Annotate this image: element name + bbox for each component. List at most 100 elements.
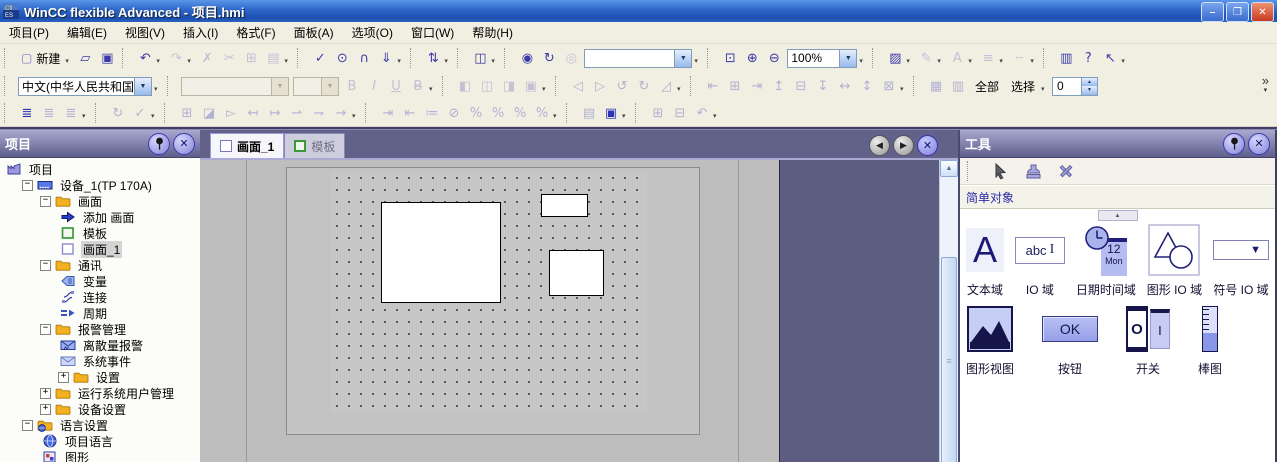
- check-consistency-button[interactable]: ✓: [309, 47, 331, 69]
- toolbar-dropdown-arrow[interactable]: ▾: [694, 51, 703, 65]
- dropdown-arrow[interactable]: ▾: [713, 106, 722, 120]
- minimize-button[interactable]: –: [1201, 2, 1224, 22]
- new-screen-button[interactable]: ▢新建: [16, 47, 65, 69]
- tree-item[interactable]: 系统事件: [0, 353, 200, 369]
- palette-item-switch[interactable]: OI开关: [1126, 302, 1170, 377]
- help-book-button[interactable]: ▥: [1055, 47, 1077, 69]
- dropdown-arrow[interactable]: ▾: [65, 51, 74, 65]
- palette-item-button[interactable]: OK按钮: [1042, 302, 1098, 377]
- zoom-combo[interactable]: 100%▼: [787, 49, 857, 68]
- zoom-in-button[interactable]: ⊕: [741, 47, 763, 69]
- palette-item-text-field[interactable]: A文本域: [966, 223, 1004, 298]
- find-objects-button[interactable]: ◫: [469, 47, 491, 69]
- dropdown-arrow[interactable]: ▾: [1121, 51, 1130, 65]
- close-button[interactable]: ✕: [1251, 2, 1274, 22]
- dropdown-arrow[interactable]: ▾: [397, 51, 406, 65]
- dropdown-arrow[interactable]: ▾: [906, 51, 915, 65]
- layer-all-button[interactable]: 全部: [969, 75, 1005, 97]
- tree-item[interactable]: 离散量报警: [0, 337, 200, 353]
- palette-item-bar-graph[interactable]: 棒图: [1198, 302, 1222, 377]
- dropdown-arrow[interactable]: ▾: [429, 79, 438, 93]
- dropdown-arrow[interactable]: ▾: [352, 106, 361, 120]
- tree-expander[interactable]: −: [22, 180, 33, 191]
- dropdown-arrow[interactable]: ▾: [1030, 51, 1039, 65]
- dropdown-arrow[interactable]: ▾: [968, 51, 977, 65]
- palette-item-datetime-field[interactable]: 12Mon日期时间域: [1076, 223, 1136, 298]
- tree-item[interactable]: 连接: [0, 289, 200, 305]
- object-tools-button[interactable]: [1054, 160, 1078, 182]
- tree-item[interactable]: −设备_1(TP 170A): [0, 177, 200, 193]
- toolbar-dropdown-arrow[interactable]: ▾: [859, 51, 868, 65]
- tree-item[interactable]: 画面_1: [0, 241, 200, 257]
- canvas-rectangle-2[interactable]: [541, 194, 588, 217]
- palette-collapse-button[interactable]: ▲: [1098, 210, 1138, 221]
- find-button[interactable]: ◉: [516, 47, 538, 69]
- tree-item[interactable]: 周期: [0, 305, 200, 321]
- tree-item[interactable]: −报警管理: [0, 321, 200, 337]
- language-combo[interactable]: 中文(中华人民共和国)▼: [18, 77, 152, 96]
- find-combo[interactable]: ▼: [584, 49, 692, 68]
- tab-inactive[interactable]: 模板: [284, 133, 345, 158]
- dropdown-arrow[interactable]: ▾: [1041, 79, 1050, 93]
- tree-expander[interactable]: +: [58, 372, 69, 383]
- tree-item[interactable]: +设置: [0, 369, 200, 385]
- tree-item[interactable]: 项目: [0, 161, 200, 177]
- tree-item[interactable]: −画面: [0, 193, 200, 209]
- save-project-button[interactable]: ▣: [96, 47, 118, 69]
- transfer-button[interactable]: ⇓: [375, 47, 397, 69]
- tab-active[interactable]: 画面_1: [210, 133, 284, 158]
- tree-expander[interactable]: −: [22, 420, 33, 431]
- menu-item[interactable]: 帮助(H): [463, 22, 522, 43]
- restore-button[interactable]: ❐: [1226, 2, 1249, 22]
- menu-item[interactable]: 选项(O): [343, 22, 402, 43]
- zoom-combo-dropdown[interactable]: ▼: [839, 50, 856, 67]
- palette-item-io-field[interactable]: abcIIO 域: [1015, 223, 1065, 298]
- language-combo-dropdown[interactable]: ▼: [134, 78, 151, 95]
- dropdown-arrow[interactable]: ▾: [151, 106, 160, 120]
- layer-select-button[interactable]: 选择: [1005, 75, 1041, 97]
- pin-icon[interactable]: [148, 133, 170, 155]
- menu-item[interactable]: 格式(F): [227, 22, 284, 43]
- dropdown-arrow[interactable]: ▾: [999, 51, 1008, 65]
- open-project-button[interactable]: ▱: [74, 47, 96, 69]
- vertical-scrollbar[interactable]: ▲ ≡: [939, 160, 958, 462]
- layer-spinner[interactable]: 0▲▼: [1052, 77, 1098, 96]
- tree-item[interactable]: 项目语言: [0, 433, 200, 449]
- menu-item[interactable]: 视图(V): [116, 22, 174, 43]
- tree-expander[interactable]: −: [40, 196, 51, 207]
- canvas-rectangle-1[interactable]: [381, 202, 501, 303]
- nav-close-button[interactable]: ✕: [917, 135, 938, 156]
- replace-button[interactable]: ↻: [538, 47, 560, 69]
- tree-item[interactable]: +设备设置: [0, 401, 200, 417]
- zoom-area-button[interactable]: ⊡: [719, 47, 741, 69]
- tree-item[interactable]: 模板: [0, 225, 200, 241]
- nav-back-button[interactable]: ◀: [869, 135, 890, 156]
- close-icon[interactable]: ✕: [173, 133, 195, 155]
- dropdown-arrow[interactable]: ▾: [900, 79, 909, 93]
- undo-button[interactable]: ↶: [134, 47, 156, 69]
- help-index-button[interactable]: ?: [1077, 47, 1099, 69]
- menu-item[interactable]: 窗口(W): [402, 22, 463, 43]
- tree-expander[interactable]: +: [40, 388, 51, 399]
- tree-item[interactable]: +运行系统用户管理: [0, 385, 200, 401]
- menu-item[interactable]: 项目(P): [0, 22, 58, 43]
- dropdown-arrow[interactable]: ▾: [937, 51, 946, 65]
- palette-item-symbol-io-field[interactable]: ▼符号 IO 域: [1213, 223, 1269, 298]
- print-button[interactable]: ▣: [600, 102, 622, 124]
- tree-expander[interactable]: −: [40, 260, 51, 271]
- tree-item[interactable]: −通讯: [0, 257, 200, 273]
- menu-item[interactable]: 面板(A): [285, 22, 343, 43]
- find-combo-dropdown[interactable]: ▼: [674, 50, 691, 67]
- generate-button[interactable]: ⊙: [331, 47, 353, 69]
- dropdown-arrow[interactable]: ▾: [622, 106, 631, 120]
- fill-color-button[interactable]: ▨: [884, 47, 906, 69]
- pack-button[interactable]: ∩: [353, 47, 375, 69]
- menu-item[interactable]: 插入(I): [174, 22, 227, 43]
- tree-item[interactable]: 变量: [0, 273, 200, 289]
- tree-expander[interactable]: −: [40, 324, 51, 335]
- dropdown-arrow[interactable]: ▾: [187, 51, 196, 65]
- close-icon[interactable]: ✕: [1248, 133, 1270, 155]
- nav-forward-button[interactable]: ▶: [893, 135, 914, 156]
- add-connection-button[interactable]: ≣: [16, 102, 38, 124]
- tree-item[interactable]: 图形: [0, 449, 200, 462]
